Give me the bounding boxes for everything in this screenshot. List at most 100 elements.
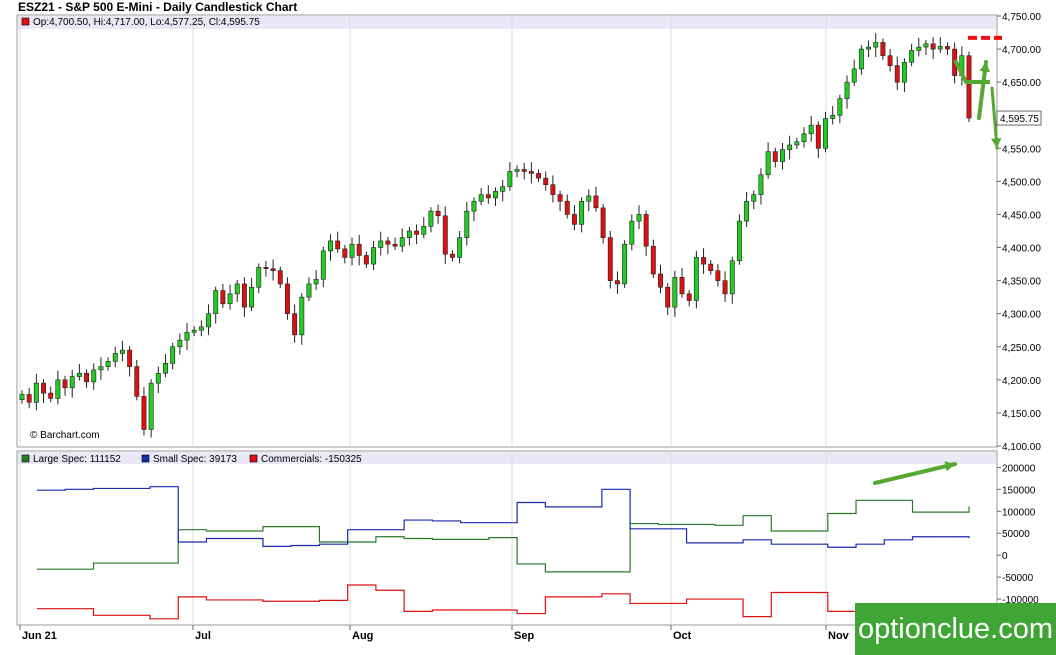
candle-body	[765, 151, 771, 176]
candle-body	[33, 382, 39, 403]
candle-body	[866, 46, 872, 50]
price-tick-label: 4,400.00	[1002, 244, 1041, 255]
candle-body	[457, 237, 463, 258]
candle-body	[342, 248, 348, 258]
candle-body	[844, 81, 850, 99]
watermark-logo: optionclue.com	[855, 603, 1056, 655]
candle-body	[249, 286, 255, 308]
candle-body	[170, 346, 176, 364]
cot-tick-label: 150000	[1002, 485, 1036, 496]
candle-body	[206, 313, 211, 328]
candle-body	[830, 114, 836, 119]
candle-body	[385, 240, 391, 245]
x-tick-label: Sep	[514, 630, 534, 642]
candle-body	[873, 42, 879, 48]
candle-body	[371, 247, 376, 265]
candle-body	[636, 214, 642, 222]
candle-body	[536, 173, 541, 179]
candle-body	[450, 253, 455, 258]
candle-body	[220, 290, 226, 305]
ohlc-legend: Op:4,700.50, Hi:4,717.00, Lo:4,577.25, C…	[33, 17, 260, 28]
candle-body	[320, 250, 326, 280]
x-tick-label: Aug	[352, 630, 373, 642]
candle-body	[966, 55, 972, 119]
candle-body	[564, 200, 570, 215]
candle-body	[112, 353, 118, 362]
cot-legend-swatch	[21, 454, 30, 463]
cot-legend-item: Large Spec: 111152	[33, 454, 121, 465]
x-tick-label: Jun 21	[22, 630, 57, 642]
candle-body	[76, 372, 82, 377]
candle-body	[48, 392, 54, 399]
candle-body	[478, 194, 484, 202]
candle-body	[191, 329, 197, 333]
candle-body	[105, 361, 111, 367]
candle-body	[665, 286, 671, 308]
price-tick-label: 4,300.00	[1002, 310, 1041, 321]
candle-body	[127, 349, 133, 367]
last-price-label: 4,595.75	[1000, 114, 1039, 125]
candle-body	[493, 191, 498, 199]
candle-body	[485, 194, 491, 199]
candle-body	[787, 144, 793, 150]
price-tick-label: 4,650.00	[1002, 78, 1041, 89]
candle-body	[148, 382, 154, 430]
price-tick-label: 4,500.00	[1002, 177, 1041, 188]
price-tick-label: 4,150.00	[1002, 409, 1041, 420]
candle-body	[349, 243, 355, 258]
candle-body	[406, 230, 412, 238]
x-tick-label: Nov	[828, 630, 850, 642]
candle-body	[263, 267, 269, 270]
price-panel	[16, 14, 998, 448]
candle-body	[356, 243, 362, 256]
candle-body	[729, 260, 735, 295]
candle-body	[442, 215, 448, 255]
candle-body	[41, 382, 46, 394]
candle-body	[937, 46, 943, 50]
candle-body	[292, 313, 298, 336]
candle-body	[141, 396, 147, 430]
cot-tick-label: 50000	[1002, 529, 1030, 540]
cot-legend-item: Small Spec: 39173	[153, 454, 237, 465]
candle-body	[607, 237, 613, 281]
candle-body	[794, 141, 800, 146]
candle-body	[507, 171, 513, 187]
x-tick-label: Oct	[673, 630, 692, 642]
candle-body	[894, 65, 900, 83]
price-tick-label: 4,250.00	[1002, 343, 1041, 354]
candle-body	[708, 263, 714, 271]
candle-body	[378, 240, 384, 248]
candle-body	[84, 372, 90, 383]
candle-body	[751, 194, 757, 202]
candle-body	[392, 243, 398, 247]
candle-body	[643, 214, 649, 247]
candle-body	[679, 277, 685, 295]
price-tick-label: 4,750.00	[1002, 12, 1041, 23]
candle-body	[213, 290, 219, 314]
candle-body	[758, 174, 764, 195]
candle-body	[780, 149, 785, 162]
candle-body	[134, 366, 140, 397]
candle-body	[851, 68, 857, 83]
cot-tick-label: 0	[1002, 551, 1008, 562]
candle-body	[557, 194, 563, 202]
candle-body	[622, 243, 628, 285]
candle-body	[98, 366, 104, 371]
price-tick-label: 4,450.00	[1002, 210, 1041, 221]
candle-body	[428, 210, 434, 227]
candle-body	[464, 210, 470, 238]
price-tick-label: 4,200.00	[1002, 376, 1041, 387]
candle-body	[528, 171, 534, 174]
price-tick-label: 4,100.00	[1002, 442, 1041, 453]
price-tick-label: 4,350.00	[1002, 277, 1041, 288]
cot-tick-label: 100000	[1002, 507, 1036, 518]
candle-body	[256, 267, 262, 288]
candle-body	[399, 237, 405, 247]
candle-body	[91, 369, 97, 383]
cot-legend-swatch	[249, 454, 258, 463]
price-tick-label: 4,700.00	[1002, 45, 1041, 56]
candle-body	[945, 46, 950, 50]
candle-body	[514, 169, 520, 172]
candle-body	[686, 293, 692, 301]
candle-body	[313, 278, 319, 285]
